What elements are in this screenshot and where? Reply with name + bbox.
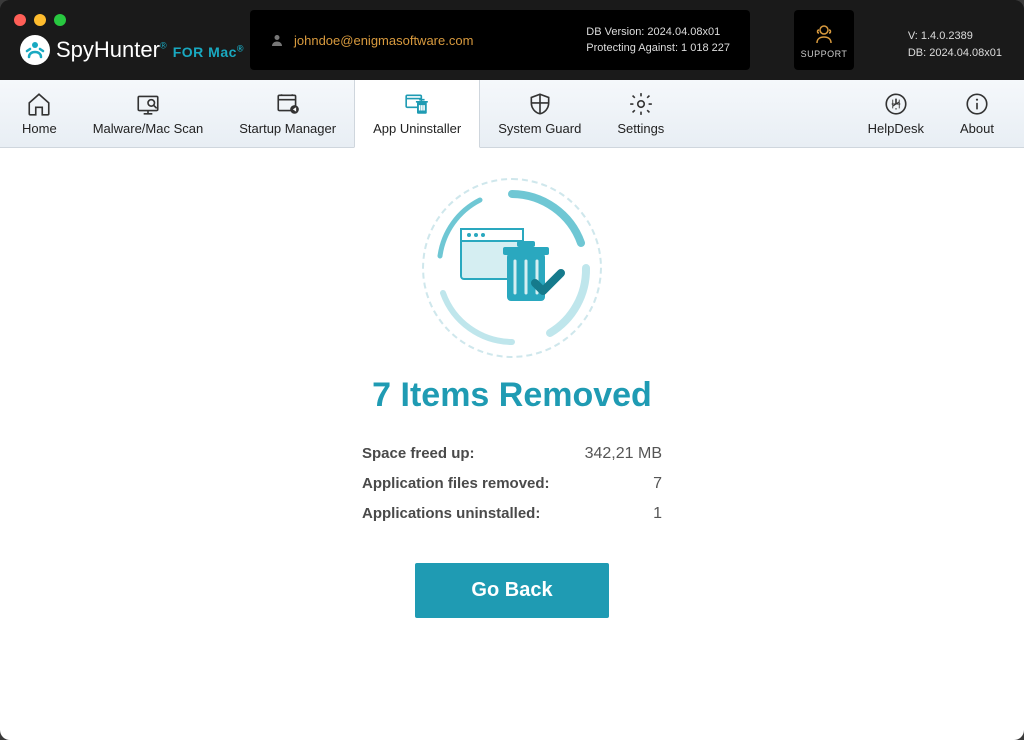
stat-row: Application files removed: 7 — [362, 475, 662, 493]
stat-label: Applications uninstalled: — [362, 505, 540, 522]
stat-value: 1 — [653, 505, 662, 523]
scan-icon — [135, 91, 161, 117]
app-logo: SpyHunter® FOR Mac® — [20, 35, 244, 65]
stat-label: Space freed up: — [362, 445, 475, 462]
home-icon — [26, 91, 52, 117]
tab-app-uninstaller[interactable]: App Uninstaller — [354, 80, 480, 148]
stat-value: 342,21 MB — [585, 445, 662, 463]
tab-home[interactable]: Home — [4, 80, 75, 147]
user-icon — [270, 33, 284, 47]
header-info-box: johndoe@enigmasoftware.com DB Version: 2… — [250, 10, 750, 70]
db-info: DB Version: 2024.04.08x01 Protecting Aga… — [586, 24, 730, 57]
user-email[interactable]: johndoe@enigmasoftware.com — [270, 33, 473, 48]
tab-about[interactable]: About — [942, 80, 1012, 147]
minimize-icon[interactable] — [34, 14, 46, 26]
version-info: V: 1.4.0.2389 DB: 2024.04.08x01 — [908, 28, 1002, 61]
info-icon — [964, 91, 990, 117]
support-button[interactable]: SUPPORT — [794, 10, 854, 70]
close-icon[interactable] — [14, 14, 26, 26]
app-window: SpyHunter® FOR Mac® johndoe@enigmasoftwa… — [0, 0, 1024, 740]
tab-helpdesk[interactable]: HelpDesk — [850, 80, 942, 147]
helpdesk-icon — [883, 91, 909, 117]
gear-icon — [628, 91, 654, 117]
main-toolbar: Home Malware/Mac Scan Startup Manager Ap… — [0, 80, 1024, 148]
shield-icon — [527, 91, 553, 117]
startup-icon — [275, 91, 301, 117]
traffic-lights — [14, 14, 66, 26]
main-content: 7 Items Removed Space freed up: 342,21 M… — [0, 148, 1024, 740]
stat-row: Space freed up: 342,21 MB — [362, 445, 662, 463]
result-headline: 7 Items Removed — [372, 376, 652, 415]
result-stats: Space freed up: 342,21 MB Application fi… — [362, 445, 662, 523]
stat-row: Applications uninstalled: 1 — [362, 505, 662, 523]
stat-value: 7 — [653, 475, 662, 493]
app-name: SpyHunter® FOR Mac® — [56, 37, 244, 63]
support-icon — [811, 21, 837, 47]
titlebar: SpyHunter® FOR Mac® johndoe@enigmasoftwa… — [0, 0, 1024, 80]
uninstaller-icon — [404, 91, 430, 117]
tab-startup-manager[interactable]: Startup Manager — [221, 80, 354, 147]
tab-malware-scan[interactable]: Malware/Mac Scan — [75, 80, 222, 147]
logo-mark-icon — [20, 35, 50, 65]
result-illustration — [422, 178, 602, 358]
tab-settings[interactable]: Settings — [599, 80, 682, 147]
trash-window-icon — [457, 223, 567, 313]
go-back-button[interactable]: Go Back — [415, 563, 608, 618]
tab-system-guard[interactable]: System Guard — [480, 80, 599, 147]
stat-label: Application files removed: — [362, 475, 550, 492]
maximize-icon[interactable] — [54, 14, 66, 26]
